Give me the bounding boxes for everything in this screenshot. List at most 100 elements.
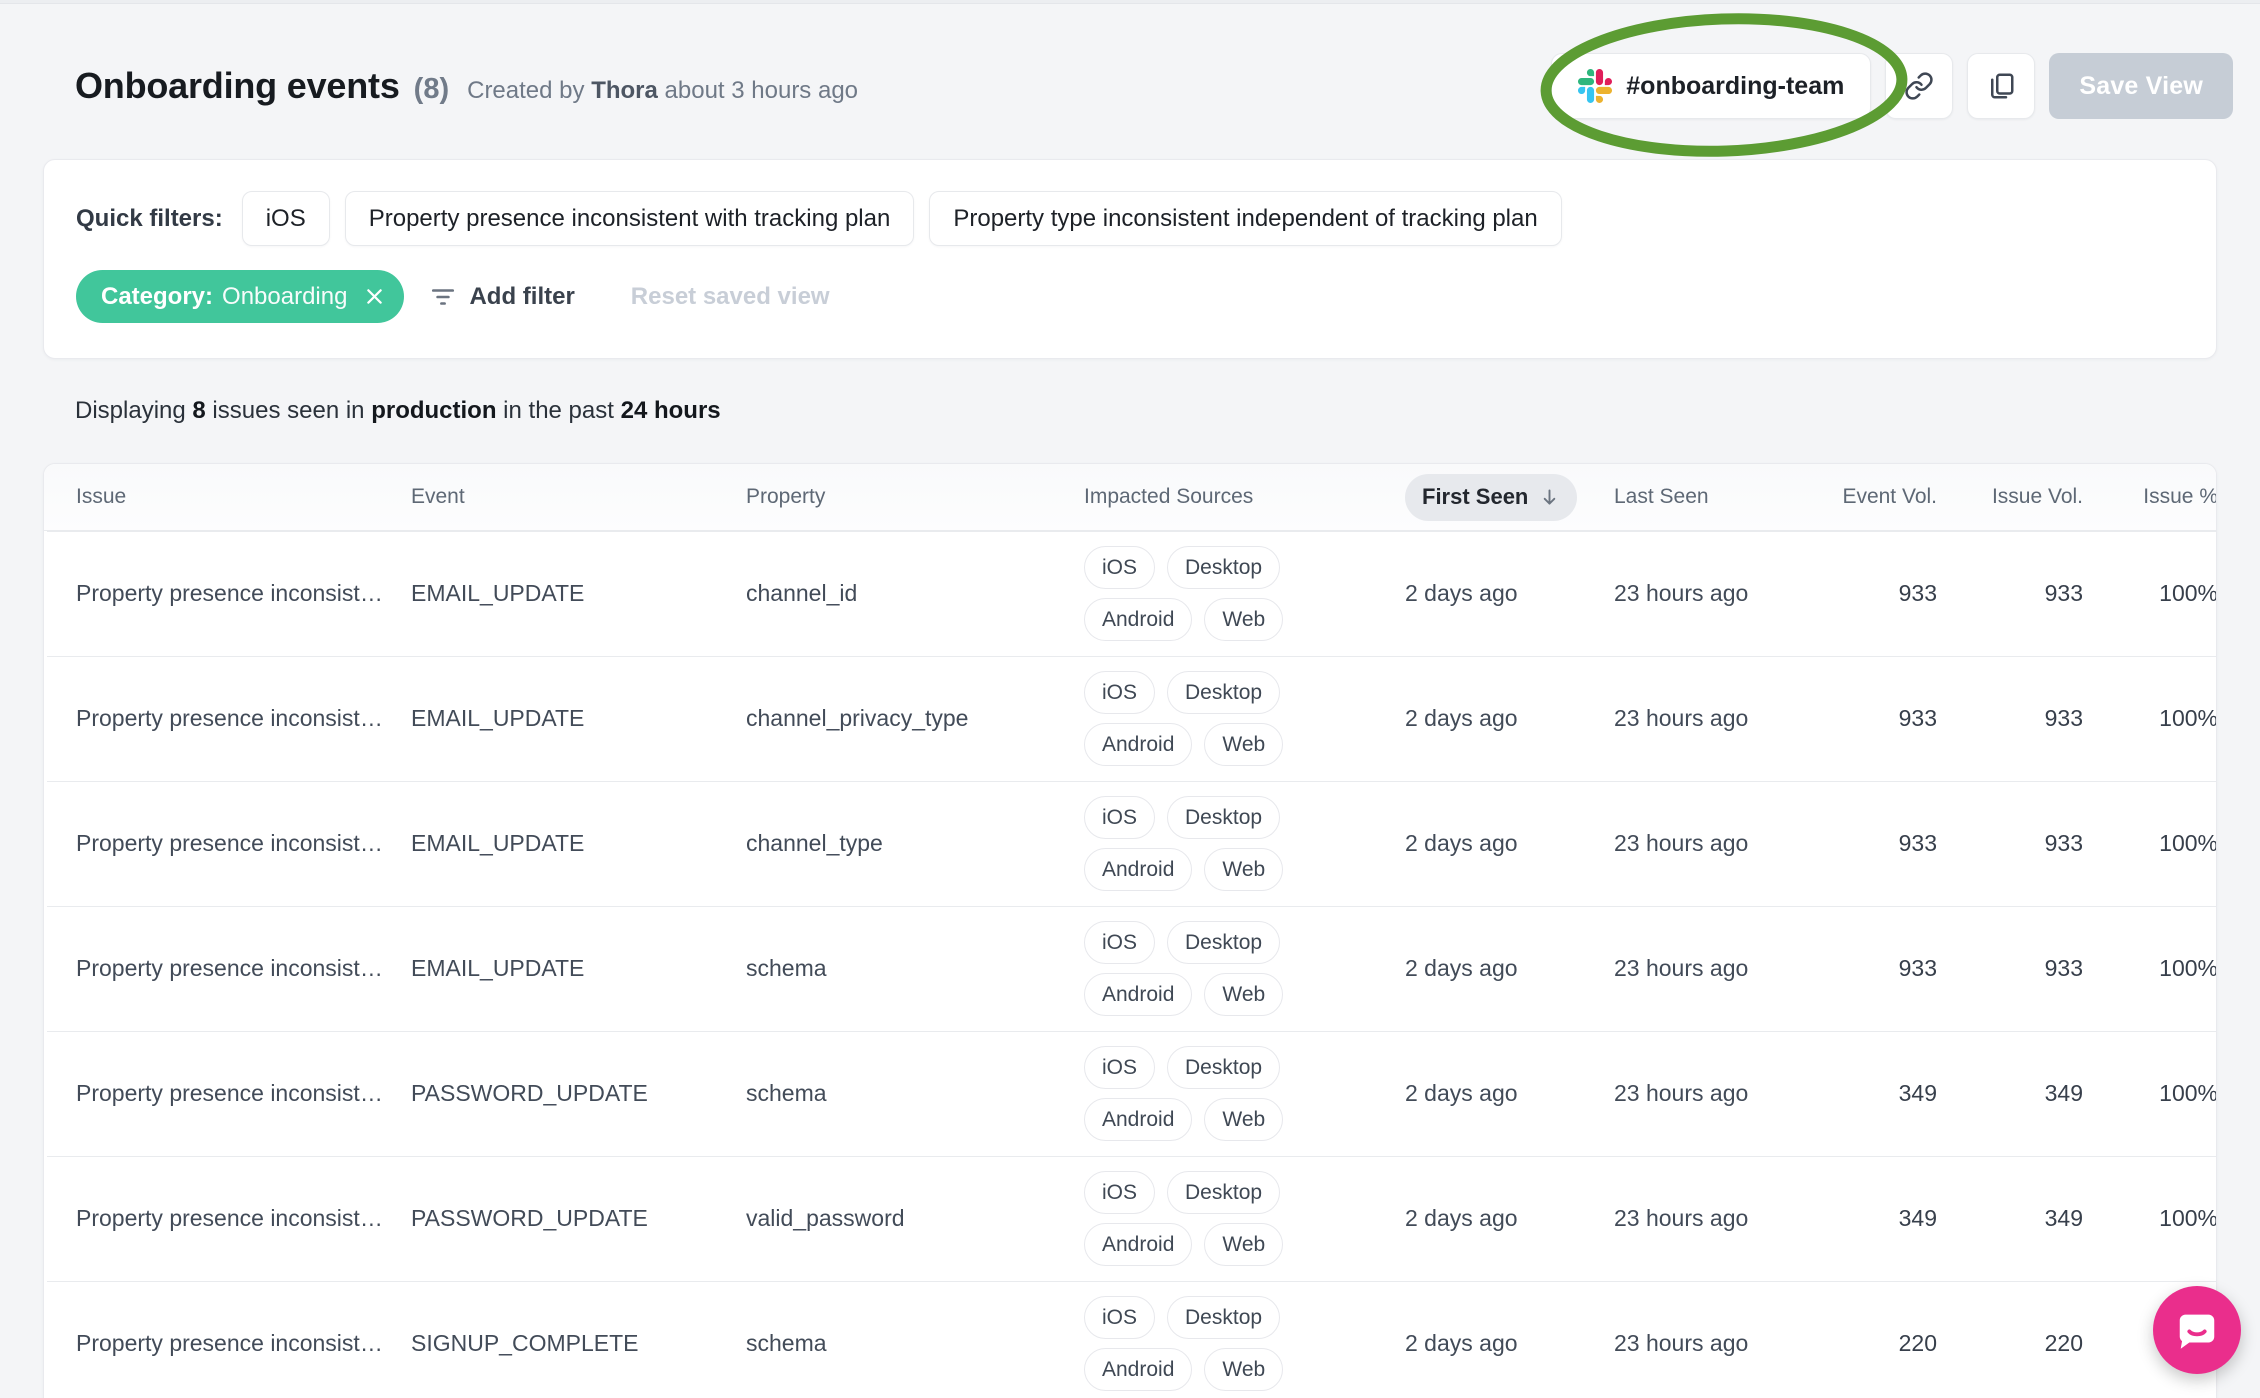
quick-filter-button-presence[interactable]: Property presence inconsistent with trac…	[344, 191, 915, 246]
event-volume-cell: 349	[1898, 1205, 1937, 1231]
source-pill: Android	[1084, 1348, 1193, 1391]
last-seen-cell: 23 hours ago	[1614, 1205, 1749, 1231]
table-row[interactable]: Property presence inconsistent with trac…	[44, 906, 2216, 1031]
table-row[interactable]: Property presence inconsistent with trac…	[44, 1156, 2216, 1281]
last-seen-cell: 23 hours ago	[1614, 955, 1749, 981]
source-pill: iOS	[1084, 921, 1156, 964]
source-pill: Web	[1204, 1223, 1284, 1266]
column-header-property[interactable]: Property	[746, 485, 1084, 509]
issue-volume-cell: 220	[2044, 1330, 2083, 1356]
save-view-button[interactable]: Save View	[2049, 53, 2233, 119]
table-row[interactable]: Property presence inconsistent with trac…	[44, 531, 2216, 656]
arrow-down-icon	[1544, 489, 1556, 505]
slack-channel-button[interactable]: #onboarding-team	[1551, 53, 1872, 119]
event-volume-cell: 933	[1898, 580, 1937, 606]
event-volume-cell: 220	[1898, 1330, 1937, 1356]
event-cell: PASSWORD_UPDATE	[411, 1080, 648, 1106]
quick-filter-button-ios[interactable]: iOS	[241, 191, 330, 246]
add-filter-button[interactable]: Add filter	[430, 282, 575, 311]
copy-icon	[1991, 73, 2014, 99]
impacted-sources-cell: iOS Desktop Android Web	[1084, 1281, 1405, 1398]
source-pill: Web	[1204, 1348, 1284, 1391]
source-pill: Android	[1084, 973, 1193, 1016]
source-pill: Android	[1084, 848, 1193, 891]
event-cell: EMAIL_UPDATE	[411, 830, 585, 856]
event-cell: PASSWORD_UPDATE	[411, 1205, 648, 1231]
column-header-first-seen-sorted[interactable]: First Seen	[1405, 473, 1578, 521]
last-seen-cell: 23 hours ago	[1614, 1330, 1749, 1356]
issue-cell: Property presence inconsistent with trac…	[76, 580, 411, 606]
first-seen-cell: 2 days ago	[1405, 580, 1518, 606]
column-header-event-vol[interactable]: Event Vol.	[1814, 485, 1937, 509]
source-pill: iOS	[1084, 1296, 1156, 1339]
source-pill: Android	[1084, 598, 1193, 641]
last-seen-cell: 23 hours ago	[1614, 580, 1749, 606]
filters-card: Quick filters: iOS Property presence inc…	[43, 159, 2217, 359]
category-filter-chip[interactable]: Category: Onboarding	[76, 270, 405, 323]
source-pill: Android	[1084, 723, 1193, 766]
issue-volume-cell: 933	[2044, 830, 2083, 856]
source-pill: iOS	[1084, 671, 1156, 714]
page-header: Onboarding events (8) Created by Thora a…	[75, 13, 2233, 157]
active-filters-row: Category: Onboarding Add filter Reset sa…	[76, 270, 2184, 323]
first-seen-cell: 2 days ago	[1405, 1330, 1518, 1356]
created-by-name: Thora	[591, 77, 658, 104]
quick-filters-row: Quick filters: iOS Property presence inc…	[76, 191, 2184, 246]
issue-volume-cell: 933	[2044, 955, 2083, 981]
impacted-sources-cell: iOS Desktop Android Web	[1084, 906, 1405, 1031]
event-volume-cell: 933	[1898, 705, 1937, 731]
chat-launcher-button[interactable]	[2153, 1286, 2241, 1374]
event-cell: EMAIL_UPDATE	[411, 580, 585, 606]
issues-table: Issue Event Property Impacted Sources Fi…	[43, 463, 2217, 1398]
issue-percent-cell: 100%	[2159, 705, 2217, 731]
issue-volume-cell: 349	[2044, 1080, 2083, 1106]
issue-cell: Property presence inconsistent with trac…	[76, 955, 411, 981]
issue-cell: Property presence inconsistent with trac…	[76, 830, 411, 856]
source-pill: Desktop	[1167, 796, 1281, 839]
source-pill: Android	[1084, 1098, 1193, 1141]
impacted-sources-cell: iOS Desktop Android Web	[1084, 1031, 1405, 1156]
created-by-suffix: about 3 hours ago	[664, 77, 859, 104]
source-pill: Desktop	[1167, 1171, 1281, 1214]
impacted-sources-cell: iOS Desktop Android Web	[1084, 781, 1405, 906]
source-pill: Web	[1204, 973, 1284, 1016]
reset-saved-view-button[interactable]: Reset saved view	[631, 283, 830, 311]
column-header-issue[interactable]: Issue	[76, 485, 411, 509]
filter-icon	[432, 288, 455, 305]
sort-column-label: First Seen	[1422, 484, 1529, 509]
source-pill: iOS	[1084, 796, 1156, 839]
source-pill: iOS	[1084, 546, 1156, 589]
table-row[interactable]: Property presence inconsistent with trac…	[44, 1281, 2216, 1398]
issue-percent-cell: 100%	[2159, 1205, 2217, 1231]
issue-cell: Property presence inconsistent with trac…	[76, 1330, 411, 1356]
source-pill: Web	[1204, 723, 1284, 766]
table-row[interactable]: Property presence inconsistent with trac…	[44, 781, 2216, 906]
impacted-sources-cell: iOS Desktop Android Web	[1084, 1156, 1405, 1281]
event-cell: EMAIL_UPDATE	[411, 705, 585, 731]
column-header-issue-vol[interactable]: Issue Vol.	[1937, 485, 2083, 509]
source-pill: Web	[1204, 1098, 1284, 1141]
quick-filters-label: Quick filters:	[76, 204, 223, 232]
summary-count: 8	[192, 397, 206, 424]
copy-link-button[interactable]	[1885, 53, 1954, 119]
event-volume-cell: 933	[1898, 830, 1937, 856]
column-header-issue-pct[interactable]: Issue %	[2083, 485, 2216, 509]
remove-filter-icon[interactable]	[364, 286, 385, 307]
table-row[interactable]: Property presence inconsistent with trac…	[44, 656, 2216, 781]
issue-percent-cell: 100%	[2159, 830, 2217, 856]
table-row[interactable]: Property presence inconsistent with trac…	[44, 1031, 2216, 1156]
summary-text: Displaying	[75, 397, 186, 424]
quick-filter-button-type[interactable]: Property type inconsistent independent o…	[929, 191, 1562, 246]
column-header-event[interactable]: Event	[411, 485, 746, 509]
issue-count-badge: (8)	[413, 73, 450, 105]
property-cell: valid_password	[746, 1205, 905, 1231]
issue-cell: Property presence inconsistent with trac…	[76, 1080, 411, 1106]
add-filter-label: Add filter	[469, 282, 575, 310]
column-header-impacted-sources[interactable]: Impacted Sources	[1084, 485, 1405, 509]
slack-icon	[1578, 69, 1613, 103]
duplicate-view-button[interactable]	[1967, 53, 2036, 119]
source-pill: Desktop	[1167, 1296, 1281, 1339]
column-header-last-seen[interactable]: Last Seen	[1614, 485, 1814, 509]
filter-chip-value: Onboarding	[222, 282, 348, 310]
property-cell: schema	[746, 1080, 827, 1106]
